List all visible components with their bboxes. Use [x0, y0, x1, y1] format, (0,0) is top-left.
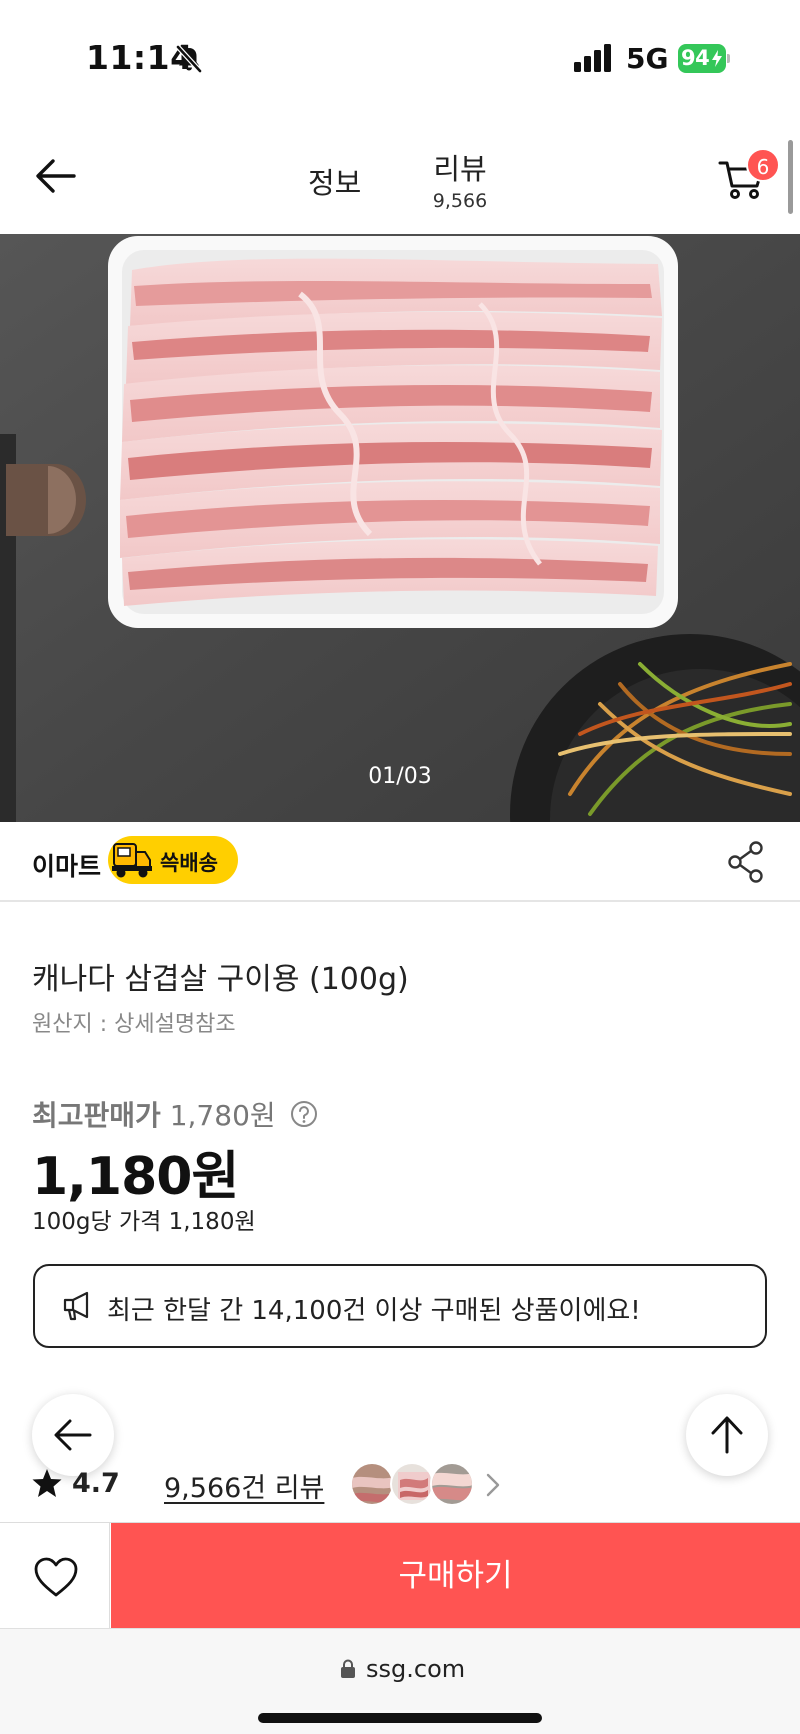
original-price: 1,780원 [169, 1099, 276, 1132]
product-image-carousel[interactable]: 01/03 [0, 234, 800, 822]
product-title: 캐나다 삼겹살 구이용 (100g) [32, 962, 409, 997]
review-thumbnail[interactable] [430, 1462, 474, 1506]
review-photo [432, 1464, 472, 1504]
share-icon[interactable] [726, 840, 766, 884]
tab-info[interactable]: 정보 [308, 160, 361, 202]
price-label: 최고판매가 [32, 1099, 161, 1132]
signal-icon [574, 44, 611, 72]
url-text[interactable]: ssg.com [366, 1655, 465, 1683]
rating-value: 4.7 [72, 1468, 120, 1499]
browser-address-bar[interactable]: ssg.com [0, 1628, 800, 1734]
status-bar: 11:14 5G 94 [0, 0, 800, 110]
back-arrow-icon[interactable] [34, 156, 78, 196]
arrow-up-icon [711, 1416, 743, 1454]
tab-review-label: 리뷰 [433, 152, 487, 186]
promo-text: 최근 한달 간 14,100건 이상 구매된 상품이에요! [107, 1296, 641, 1326]
home-indicator[interactable] [258, 1713, 542, 1723]
purchase-count-notice: 최근 한달 간 14,100건 이상 구매된 상품이에요! [33, 1264, 767, 1348]
image-counter: 01/03 [368, 764, 432, 789]
delivery-truck-icon [112, 843, 152, 878]
review-photo [352, 1464, 392, 1504]
review-photo [392, 1464, 432, 1504]
original-price-line: 최고판매가 1,780원 [32, 1094, 276, 1134]
bell-slash-icon [176, 45, 202, 73]
bolt-icon [712, 50, 722, 67]
delivery-badge: 쓱배송 [108, 836, 238, 884]
product-photo [0, 234, 800, 822]
product-origin: 원산지 : 상세설명참조 [32, 1012, 236, 1037]
star-icon [32, 1469, 62, 1497]
review-thumbnail[interactable] [350, 1462, 394, 1506]
battery-tip [727, 54, 730, 63]
delivery-label: 쓱배송 [160, 851, 218, 875]
scrollbar[interactable] [788, 140, 793, 214]
bottom-action-bar: 구매하기 [0, 1522, 800, 1629]
battery-label: 94 [681, 46, 710, 70]
seller-name[interactable]: 이마트 [32, 847, 101, 883]
review-count-link[interactable]: 9,566건 리뷰 [164, 1466, 324, 1505]
buy-button[interactable]: 구매하기 [111, 1523, 800, 1629]
cart-count-badge: 6 [746, 148, 780, 182]
network-label: 5G [626, 42, 669, 75]
tab-review[interactable]: 리뷰 9,566 [420, 146, 500, 212]
review-thumbnail[interactable] [390, 1462, 434, 1506]
tab-review-count: 9,566 [432, 190, 488, 212]
unit-price: 100g당 가격 1,180원 [32, 1209, 256, 1235]
wishlist-button[interactable] [0, 1523, 110, 1629]
floating-back-button[interactable] [32, 1394, 114, 1476]
lock-icon [341, 1659, 355, 1678]
megaphone-icon [63, 1291, 89, 1321]
seller-row: 이마트 쓱배송 [0, 822, 800, 902]
arrow-left-icon [54, 1419, 92, 1451]
top-nav-header: 정보 리뷰 9,566 6 [0, 110, 800, 234]
current-price: 1,180원 [32, 1147, 239, 1207]
chevron-right-icon[interactable] [484, 1472, 502, 1498]
heart-icon [34, 1557, 78, 1597]
scroll-to-top-button[interactable] [686, 1394, 768, 1476]
battery-charging-icon: 94 [678, 44, 730, 73]
help-icon[interactable] [290, 1100, 318, 1128]
